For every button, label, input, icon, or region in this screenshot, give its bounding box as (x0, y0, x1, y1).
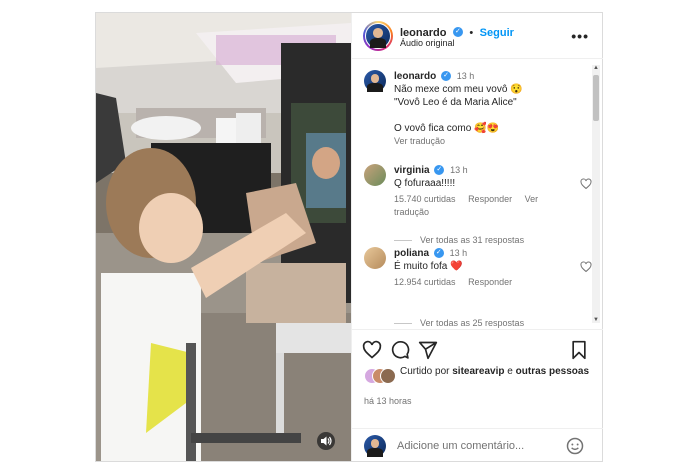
verified-icon: ✓ (441, 71, 452, 82)
post-time-ago[interactable]: há 13 horas (364, 396, 412, 406)
add-comment-bar: Adicione um comentário... (352, 428, 603, 462)
comment-time: 13 h (449, 248, 468, 258)
like-comment-icon[interactable] (580, 178, 592, 190)
avatar (364, 435, 386, 457)
liked-by-prefix: Curtido por (400, 366, 450, 377)
separator-dot: • (469, 27, 474, 39)
video-frame (96, 13, 351, 461)
audio-label[interactable]: Áudio original (400, 38, 455, 48)
scrollbar-thumb[interactable] (593, 75, 599, 121)
caption-line: O vovô fica como 🥰😍 (394, 123, 499, 134)
story-ring[interactable] (363, 21, 393, 51)
emoji-icon[interactable] (566, 437, 584, 455)
more-icon[interactable]: ••• (571, 28, 589, 44)
likes-count[interactable]: 12.954 curtidas (394, 277, 456, 287)
follow-button[interactable]: Seguir (480, 27, 514, 39)
reply-button[interactable]: Responder (468, 277, 512, 287)
post-video[interactable] (96, 13, 351, 461)
comment-icon[interactable] (390, 340, 410, 360)
caption-line: Não mexe com meu vovô 😯 (394, 84, 523, 95)
comment-meta: 12.954 curtidas Responder (394, 276, 579, 289)
instagram-post: leonardo ✓ • Seguir Áudio original ••• l… (95, 12, 603, 462)
verified-icon: ✓ (434, 165, 445, 176)
liked-by-user[interactable]: sitearea­vip (452, 366, 504, 377)
sound-toggle-button[interactable] (317, 432, 335, 450)
view-replies-link[interactable]: Ver todas as 31 respostas (394, 235, 524, 245)
post-actions: Curtido por sitearea­vip e outras pessoa… (352, 329, 603, 461)
avatar[interactable] (364, 247, 386, 269)
comment-username[interactable]: virginia (394, 165, 430, 176)
likes-count[interactable]: 15.740 curtidas (394, 194, 456, 204)
verified-icon: ✓ (452, 26, 463, 37)
avatar[interactable] (364, 70, 386, 92)
comment-meta: 15.740 curtidas Responder Ver tradução (394, 193, 579, 219)
avatar (380, 368, 396, 384)
view-replies-link[interactable]: Ver todas as 25 respostas (394, 318, 524, 328)
caption-header: leonardo ✓ 13 h (394, 70, 579, 83)
liked-by: Curtido por sitearea­vip e outras pessoa… (400, 365, 589, 378)
caption-username[interactable]: leonardo (394, 71, 436, 82)
avatar (365, 23, 391, 49)
comment-text: É muito fofa ❤️ (394, 261, 463, 272)
comments-list: leonardo ✓ 13 h Não mexe com meu vovô 😯 … (352, 59, 603, 329)
liked-by-suffix: e (507, 366, 513, 377)
comments-scrollbar[interactable]: ▲ ▼ (592, 65, 600, 323)
post-header: leonardo ✓ • Seguir Áudio original ••• (352, 13, 603, 59)
save-icon[interactable] (570, 340, 588, 360)
post-details-panel: leonardo ✓ • Seguir Áudio original ••• l… (351, 13, 603, 461)
avatar[interactable] (364, 164, 386, 186)
verified-icon: ✓ (433, 248, 444, 259)
liked-by-others[interactable]: outras pessoas (516, 366, 589, 377)
comment-username[interactable]: poliana (394, 248, 429, 259)
sound-icon (321, 436, 332, 446)
caption-line: "Vovô Leo é da Maria Alice" (394, 97, 517, 108)
comment-time: 13 h (450, 165, 468, 175)
like-icon[interactable] (362, 340, 382, 360)
like-comment-icon[interactable] (580, 261, 592, 273)
reply-button[interactable]: Responder (468, 194, 512, 204)
view-replies-text[interactable]: Ver todas as 31 respostas (420, 235, 524, 245)
comment-input[interactable]: Adicione um comentário... (397, 440, 524, 452)
scroll-up-icon[interactable]: ▲ (592, 65, 600, 71)
caption-time: 13 h (456, 71, 475, 81)
translate-link[interactable]: Ver tradução (394, 135, 579, 148)
share-icon[interactable] (418, 340, 438, 360)
comment-text: Q fofuraaa!!!!! (394, 178, 456, 189)
view-replies-text[interactable]: Ver todas as 25 respostas (420, 318, 524, 328)
scroll-down-icon[interactable]: ▼ (592, 317, 600, 323)
